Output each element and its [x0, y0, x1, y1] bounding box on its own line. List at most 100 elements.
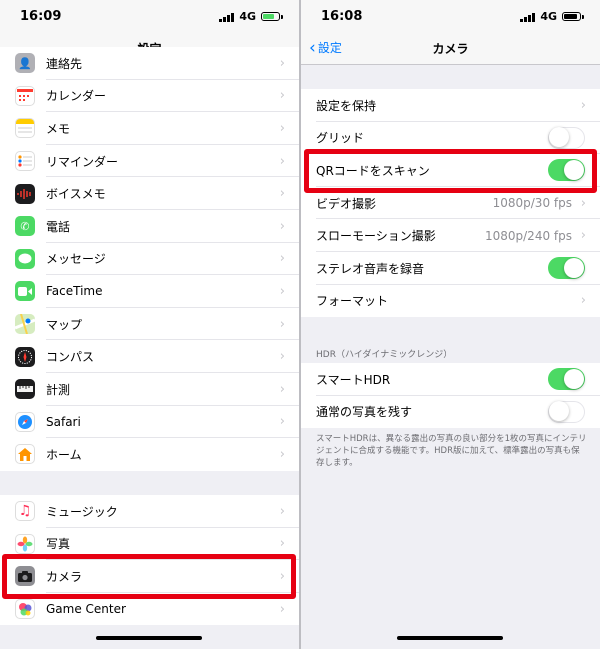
contacts-icon: 👤 [15, 53, 35, 74]
settings-item-music[interactable]: ♫ ミュージック › [0, 495, 299, 528]
row-label: フォーマット [316, 294, 389, 309]
hdr-settings-group: スマートHDR 通常の写真を残す [301, 363, 600, 429]
preserve-settings-row[interactable]: 設定を保持 › [301, 89, 600, 122]
chevron-right-icon: › [279, 349, 285, 365]
keep-normal-photo-toggle[interactable] [548, 400, 585, 423]
chevron-right-icon: › [279, 88, 285, 104]
row-value: 1080p/240 fps [484, 228, 572, 243]
settings-item-label: マップ [46, 317, 83, 332]
highlight-box-qr [304, 149, 597, 193]
row-label: 設定を保持 [316, 98, 377, 113]
notes-icon [15, 118, 35, 139]
settings-item-label: ホーム [46, 447, 82, 462]
home-indicator [397, 636, 503, 640]
settings-item-messages[interactable]: メッセージ › [0, 243, 299, 276]
settings-item-home[interactable]: ホーム › [0, 438, 299, 471]
chevron-right-icon: › [279, 153, 285, 169]
chevron-right-icon: › [279, 120, 285, 136]
settings-item-notes[interactable]: メモ › [0, 112, 299, 145]
row-label: ビデオ撮影 [316, 196, 377, 211]
status-bar: 16:08 4G [301, 0, 600, 32]
chevron-right-icon: › [279, 381, 285, 397]
settings-item-label: カレンダー [46, 89, 107, 104]
row-label: 通常の写真を残す [316, 405, 413, 420]
settings-item-label: FaceTime [46, 284, 103, 299]
photos-icon [15, 533, 35, 554]
settings-item-label: 連絡先 [46, 56, 83, 71]
settings-group-apps: 👤 連絡先 › カレンダー › メモ › リマインダー › ボイスメモ › ✆ … [0, 47, 299, 471]
chevron-right-icon: › [279, 446, 285, 462]
settings-item-label: ボイスメモ [46, 187, 106, 202]
settings-item-safari[interactable]: Safari › [0, 406, 299, 439]
chevron-right-icon: › [279, 601, 285, 617]
calendar-icon [15, 85, 35, 106]
settings-item-contacts[interactable]: 👤 連絡先 › [0, 47, 299, 80]
game-center-icon [15, 599, 35, 620]
grid-toggle[interactable] [548, 126, 585, 149]
settings-item-measure[interactable]: 計測 › [0, 373, 299, 406]
music-icon: ♫ [15, 501, 35, 522]
settings-item-label: Game Center [46, 602, 126, 617]
settings-item-label: メッセージ [46, 252, 106, 267]
row-label: スマートHDR [316, 372, 391, 387]
settings-item-label: Safari [46, 414, 81, 429]
network-label: 4G [540, 10, 557, 23]
chevron-right-icon: › [279, 186, 285, 202]
network-label: 4G [239, 10, 256, 23]
settings-item-phone[interactable]: ✆ 電話 › [0, 210, 299, 243]
settings-item-calendar[interactable]: カレンダー › [0, 80, 299, 113]
row-label: ステレオ音声を録音 [316, 261, 425, 276]
home-indicator [96, 636, 202, 640]
messages-icon [15, 248, 35, 269]
chevron-right-icon: › [279, 503, 285, 519]
reminders-icon [15, 151, 35, 172]
smart-hdr-row: スマートHDR [301, 363, 600, 396]
chevron-right-icon: › [279, 251, 285, 267]
settings-item-maps[interactable]: マップ › [0, 308, 299, 341]
home-icon [15, 444, 35, 465]
maps-icon [15, 314, 35, 335]
nav-bar: ‹ 設定 カメラ [301, 32, 600, 65]
chevron-right-icon: › [279, 414, 285, 430]
voice-memos-icon [15, 183, 35, 204]
chevron-right-icon: › [580, 195, 586, 211]
camera-settings-screen: 16:08 4G ‹ 設定 カメラ 設定を保持 › グリッド QRコードをスキャ… [301, 0, 600, 649]
settings-item-reminders[interactable]: リマインダー › [0, 145, 299, 178]
highlight-box-camera [2, 554, 296, 599]
compass-icon [15, 346, 35, 367]
status-time: 16:09 [20, 9, 62, 24]
battery-charging-icon [261, 12, 280, 21]
record-slomo-row[interactable]: スローモーション撮影 1080p/240 fps › [301, 219, 600, 252]
settings-item-label: ミュージック [46, 504, 118, 519]
chevron-right-icon: › [279, 218, 285, 234]
settings-item-label: 写真 [46, 537, 71, 552]
row-label: スローモーション撮影 [316, 229, 436, 244]
keep-normal-photo-row: 通常の写真を残す [301, 396, 600, 429]
safari-icon [15, 411, 35, 432]
formats-row[interactable]: フォーマット › [301, 285, 600, 318]
battery-icon [562, 12, 581, 21]
chevron-right-icon: › [580, 228, 586, 244]
chevron-right-icon: › [580, 97, 586, 113]
signal-icon [219, 12, 235, 22]
settings-item-voice-memos[interactable]: ボイスメモ › [0, 177, 299, 210]
chevron-right-icon: › [279, 283, 285, 299]
row-value: 1080p/30 fps [492, 196, 572, 211]
facetime-icon [15, 281, 35, 302]
page-title: カメラ [432, 42, 469, 56]
settings-item-facetime[interactable]: FaceTime › [0, 275, 299, 308]
chevron-right-icon: › [279, 55, 285, 71]
settings-item-label: 電話 [46, 219, 71, 234]
chevron-right-icon: › [279, 536, 285, 552]
smart-hdr-toggle[interactable] [548, 368, 585, 391]
settings-item-label: コンパス [46, 350, 95, 365]
settings-screen: 16:09 4G 設定 👤 連絡先 › カレンダー › メモ › [0, 0, 299, 649]
measure-icon [15, 379, 35, 400]
camera-settings-group: 設定を保持 › グリッド QRコードをスキャン ビデオ撮影 1080p/30 f… [301, 89, 600, 318]
record-stereo-row: ステレオ音声を録音 [301, 252, 600, 285]
phone-icon: ✆ [15, 216, 35, 237]
status-time: 16:08 [321, 9, 363, 24]
settings-item-label: 計測 [46, 382, 71, 397]
record-stereo-toggle[interactable] [548, 257, 585, 280]
settings-item-compass[interactable]: コンパス › [0, 340, 299, 373]
